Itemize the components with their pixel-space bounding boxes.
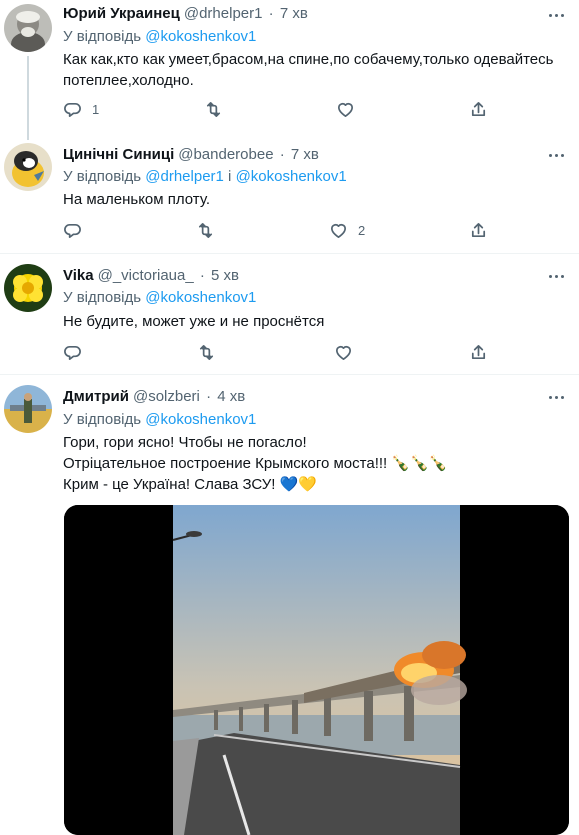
text-line: Отріцательное построение Крымского моста…	[63, 453, 563, 474]
dot-separator: ·	[279, 146, 285, 163]
more-options-icon[interactable]	[545, 146, 567, 164]
share-button[interactable]	[469, 343, 488, 362]
display-name[interactable]: Vika	[63, 267, 94, 284]
like-button[interactable]	[336, 100, 365, 119]
burning-bridge-image	[64, 505, 569, 835]
reply-joiner: і	[228, 168, 232, 185]
mention-link[interactable]: @drhelper1	[145, 168, 224, 185]
avatar[interactable]	[4, 385, 52, 433]
mention-link[interactable]: @kokoshenkov1	[236, 168, 347, 185]
timestamp[interactable]: 7 хв	[280, 5, 308, 22]
dot-separator: ·	[199, 267, 205, 284]
reply-context: У відповідь @kokoshenkov1	[63, 288, 256, 307]
reply-icon	[64, 223, 81, 239]
like-count: 2	[358, 223, 366, 238]
tweet-text: Гори, гори ясно! Чтобы не погасло! Отріц…	[63, 432, 563, 495]
reply-button[interactable]: 1	[63, 100, 99, 119]
retweet-icon	[199, 344, 214, 361]
tweet-header: Дмитрий @solzberi · 4 хв	[63, 387, 245, 406]
more-options-icon[interactable]	[545, 6, 567, 24]
share-button[interactable]	[469, 100, 488, 119]
action-bar	[63, 343, 503, 363]
share-button[interactable]	[469, 221, 488, 240]
heart-icon	[337, 103, 354, 118]
mention-link[interactable]: @kokoshenkov1	[145, 411, 256, 428]
reply-context: У відповідь @kokoshenkov1	[63, 27, 256, 46]
retweet-icon	[198, 222, 213, 239]
share-icon	[471, 344, 486, 360]
tweet-header: Цинічні Синиці @banderobee · 7 хв	[63, 145, 319, 164]
dot-separator: ·	[268, 5, 274, 22]
action-bar: 2	[63, 221, 503, 241]
avatar-old-man-image	[4, 4, 52, 52]
retweet-button[interactable]	[197, 343, 226, 362]
avatar-titmouse-bird-image	[4, 143, 52, 191]
more-options-icon[interactable]	[545, 267, 567, 285]
text-line: Крим - це Україна! Слава ЗСУ! 💙💛	[63, 474, 563, 495]
dot-separator: ·	[206, 388, 212, 405]
tweet-header: Vika @_victoriaua_ · 5 хв	[63, 266, 239, 285]
heart-icon	[330, 224, 347, 239]
tweet-text: Как как,кто как умеет,брасом,на спине,по…	[63, 51, 554, 89]
user-handle[interactable]: @_victoriaua_	[98, 267, 194, 284]
champagne-emoji: 🍾🍾🍾	[391, 455, 448, 472]
display-name[interactable]: Цинічні Синиці	[63, 146, 174, 163]
retweet-icon	[206, 101, 221, 118]
avatar[interactable]	[4, 143, 52, 191]
reply-button[interactable]	[63, 221, 92, 240]
more-options-icon[interactable]	[545, 388, 567, 406]
avatar[interactable]	[4, 4, 52, 52]
text-span: Отріцательное построение Крымского моста…	[63, 455, 388, 472]
user-handle[interactable]: @drhelper1	[184, 5, 263, 22]
avatar-soldier-image	[4, 385, 52, 433]
tweet-text: На маленьком плоту.	[63, 191, 211, 208]
reply-button[interactable]	[63, 343, 92, 362]
avatar[interactable]	[4, 264, 52, 312]
share-icon	[471, 101, 486, 117]
avatar-yellow-flower-image	[4, 264, 52, 312]
timestamp[interactable]: 4 хв	[217, 388, 245, 405]
hearts-emoji: 💙💛	[279, 476, 317, 493]
tweet-2[interactable]: Цинічні Синиці @banderobee · 7 хв У відпо…	[0, 133, 579, 253]
thread-line	[27, 56, 29, 140]
reply-icon	[64, 102, 81, 118]
like-button[interactable]: 2	[329, 221, 365, 240]
like-button[interactable]	[334, 343, 363, 362]
reply-context: У відповідь @kokoshenkov1	[63, 410, 256, 429]
user-handle[interactable]: @solzberi	[133, 388, 200, 405]
reply-prefix: У відповідь	[63, 289, 142, 306]
tweet-media-video[interactable]	[64, 505, 569, 835]
tweet-1[interactable]: Юрий Украинец @drhelper1 · 7 хв У відпові…	[0, 0, 579, 140]
reply-prefix: У відповідь	[63, 168, 142, 185]
reply-count: 1	[92, 102, 100, 117]
reply-prefix: У відповідь	[63, 28, 142, 45]
reply-context: У відповідь @drhelper1 і @kokoshenkov1	[63, 167, 347, 186]
action-bar: 1	[63, 100, 503, 120]
mention-link[interactable]: @kokoshenkov1	[145, 289, 256, 306]
retweet-button[interactable]	[196, 221, 225, 240]
timestamp[interactable]: 5 хв	[211, 267, 239, 284]
text-line: Гори, гори ясно! Чтобы не погасло!	[63, 434, 307, 451]
user-handle[interactable]: @banderobee	[178, 146, 273, 163]
reply-icon	[64, 345, 81, 361]
display-name[interactable]: Юрий Украинец	[63, 5, 180, 22]
tweet-text: Не будите, может уже и не проснётся	[63, 313, 325, 330]
timestamp[interactable]: 7 хв	[291, 146, 319, 163]
share-icon	[471, 222, 486, 238]
tweet-header: Юрий Украинец @drhelper1 · 7 хв	[63, 4, 308, 23]
heart-icon	[335, 346, 352, 361]
retweet-button[interactable]	[204, 100, 233, 119]
display-name[interactable]: Дмитрий	[63, 388, 129, 405]
tweet-3[interactable]: Vika @_victoriaua_ · 5 хв У відповідь @ko…	[0, 254, 579, 374]
text-span: Крим - це Україна! Слава ЗСУ!	[63, 476, 276, 493]
mention-link[interactable]: @kokoshenkov1	[145, 28, 256, 45]
reply-prefix: У відповідь	[63, 411, 142, 428]
